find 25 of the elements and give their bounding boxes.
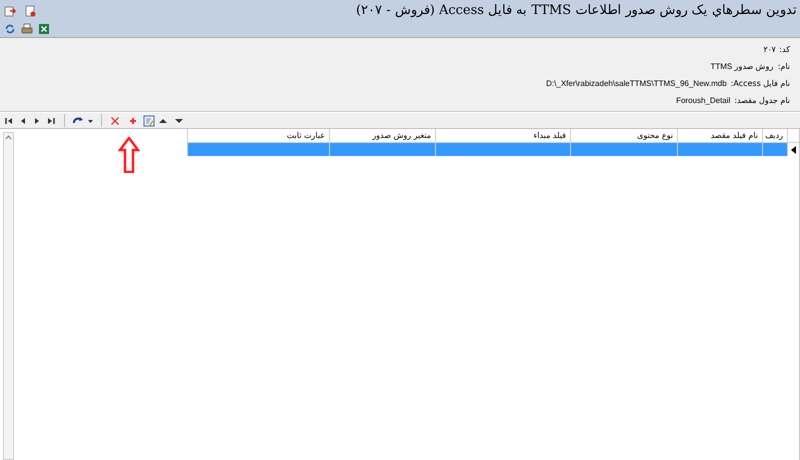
field-label: نام فایل Access: [730,78,790,90]
exit-icon[interactable] [3,4,17,18]
arrow-drawing [118,137,140,173]
printer-icon[interactable] [20,22,34,36]
edit-icon[interactable] [142,114,156,128]
refresh-icon[interactable] [3,22,17,36]
column-header[interactable]: عبارت ثابت [187,129,329,142]
field-label: کد: [779,44,790,56]
field-value: ۲۰۷ [763,44,776,56]
column-header[interactable]: نوع محتوی [570,129,677,142]
field-label: نام جدول مقصد: [734,95,790,107]
spreadsheet-icon[interactable] [37,22,51,36]
window-title: تدوین سطرهاي یک روش صدور اطلاعات TTMS به فایل Access (فروش - ۲۰۷) [356,2,797,20]
document-icon[interactable] [23,4,37,18]
row-pointer-icon [791,146,796,154]
column-header[interactable]: فیلد مبداء [435,129,570,142]
scrollbar[interactable] [3,132,14,460]
caret-icon [5,135,12,140]
column-header[interactable]: متغیر روش صدور [329,129,435,142]
field-label: نام: [778,61,790,73]
field-value: Foroush_Detail [676,95,730,107]
column-header[interactable]: نام فیلد مقصد [677,129,762,142]
field-value: D:\_Xfer\rabizadeh\saleTTMS\TTMS_96_New.mdb [546,78,727,90]
column-header[interactable]: ردیف [762,129,787,142]
field-value: روش صدور TTMS [710,61,774,73]
